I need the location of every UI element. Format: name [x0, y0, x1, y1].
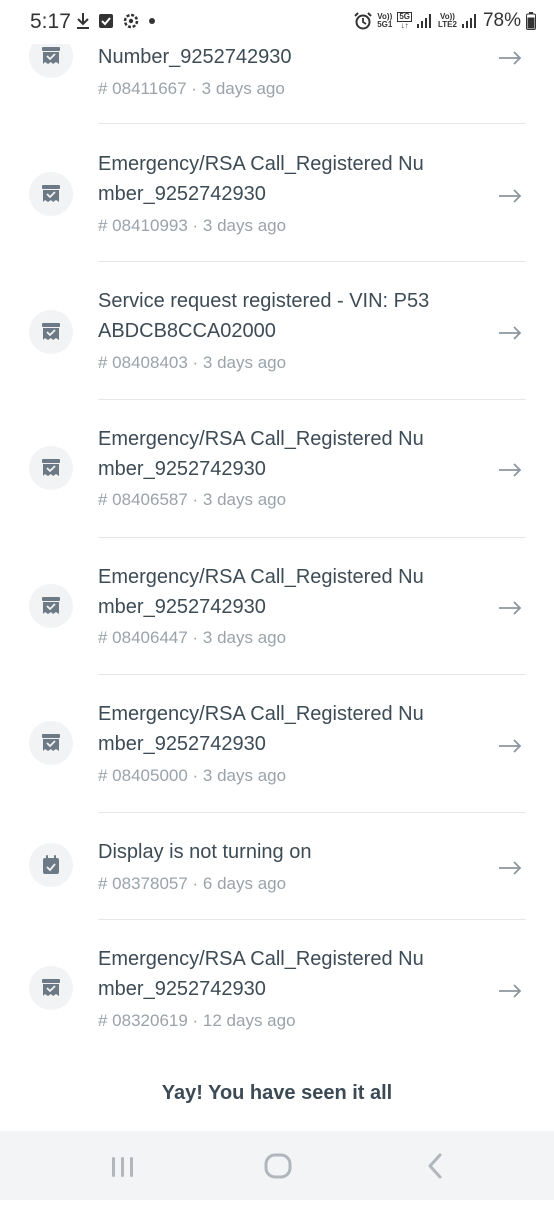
download-icon [77, 13, 89, 29]
receipt-check-icon [29, 172, 73, 216]
ticket-title: Emergency/RSA Call_Registered Number_925… [98, 153, 424, 205]
arrow-right-icon [499, 739, 522, 753]
recents-button[interactable] [88, 1131, 158, 1200]
home-button[interactable] [242, 1131, 312, 1200]
arrow-right-icon [499, 861, 522, 875]
home-icon [264, 1153, 292, 1179]
back-icon [428, 1153, 442, 1179]
receipt-check-icon [29, 584, 73, 628]
status-bar: 5:17 Vo)) 5G1 5G ↓↑ Vo)) LTE2 78% [0, 0, 554, 44]
ticket-title: Emergency/RSA Call_Registered Number_925… [98, 948, 424, 1000]
ticket-row[interactable]: Emergency/RSA Call_Registered Number_925… [0, 675, 554, 813]
ticket-meta: # 08410993 · 3 days ago [98, 216, 287, 235]
receipt-check-icon [29, 966, 73, 1010]
calendar-check-icon [29, 843, 73, 887]
ticket-row[interactable]: Display is not turning on # 08378057 · 6… [0, 813, 554, 920]
ticket-title: Service request registered - VIN: P53ABD… [98, 290, 430, 342]
ticket-meta: # 08378057 · 6 days ago [98, 874, 287, 893]
back-button[interactable] [400, 1131, 470, 1200]
ticket-row[interactable]: Emergency/RSA Call_Registered Number_925… [0, 124, 554, 262]
dot-icon [149, 18, 155, 24]
arrow-right-icon [499, 326, 522, 340]
alarm-icon [354, 12, 372, 30]
ticket-row[interactable]: Emergency/RSA Call_Registered Number_925… [0, 920, 554, 1058]
system-icons: Vo)) 5G1 5G ↓↑ Vo)) LTE2 78% [354, 10, 536, 32]
arrow-right-icon [499, 601, 522, 615]
ticket-row[interactable]: Emergency/RSA Call_Registered Number_925… [0, 400, 554, 538]
ticket-row[interactable]: Service request registered - VIN: P53ABD… [0, 262, 554, 400]
ticket-title: Display is not turning on [98, 841, 312, 863]
ticket-title: Emergency/RSA Call_Registered Number_925… [98, 703, 424, 755]
ticket-meta: # 08411667 · 3 days ago [98, 79, 285, 98]
network-5g-icon: 5G ↓↑ [397, 12, 412, 30]
ticket-meta: # 08408403 · 3 days ago [98, 353, 287, 372]
arrow-right-icon [499, 189, 522, 203]
ticket-meta: # 08320619 · 12 days ago [98, 1011, 296, 1030]
checkbox-icon [99, 14, 113, 28]
volte-sim2-icon: Vo)) LTE2 [438, 12, 457, 29]
status-time: 5:17 [30, 10, 71, 33]
ticket-title: Emergency/RSA Call_Registered Number_925… [98, 428, 424, 480]
battery-percent: 78% [482, 10, 521, 31]
ticket-meta: # 08406587 · 3 days ago [98, 490, 287, 509]
ticket-title: Emergency/RSA Call_Registered Number_925… [98, 566, 424, 618]
ticket-title: Number_9252742930 [98, 46, 292, 68]
receipt-check-icon [29, 721, 73, 765]
receipt-check-icon [29, 310, 73, 354]
arrow-right-icon [499, 51, 522, 65]
volte-sim1-icon: Vo)) 5G1 [377, 12, 393, 29]
arrow-right-icon [499, 463, 522, 477]
receipt-check-icon [29, 446, 73, 490]
end-of-list-message: Yay! You have seen it all [161, 1082, 393, 1104]
recents-icon [112, 1157, 133, 1177]
notification-icons [76, 12, 156, 30]
signal-sim2-icon [461, 14, 478, 28]
battery-icon [526, 12, 536, 30]
ticket-meta: # 08406447 · 3 days ago [98, 628, 287, 647]
signal-sim1-icon [417, 14, 433, 28]
arrow-right-icon [499, 984, 522, 998]
system-navigation-bar [0, 1131, 554, 1200]
settings-icon [123, 13, 139, 29]
ticket-row[interactable]: Emergency/RSA Call_Registered Number_925… [0, 538, 554, 675]
ticket-meta: # 08405000 · 3 days ago [98, 766, 287, 785]
